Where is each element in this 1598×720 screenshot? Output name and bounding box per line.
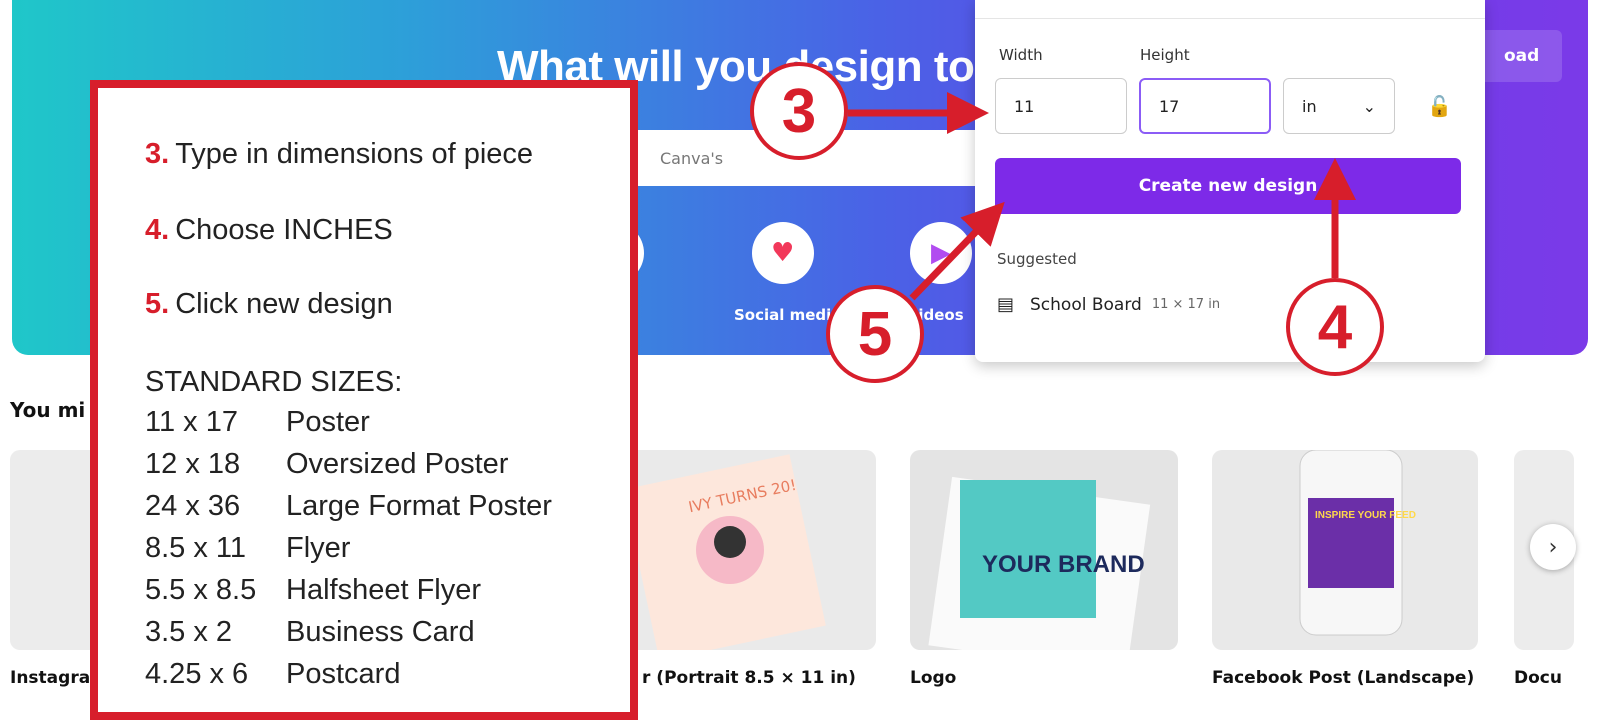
step-badge-5: 5 bbox=[826, 285, 924, 383]
step-badge-4: 4 bbox=[1286, 278, 1384, 376]
arrow-to-create bbox=[909, 201, 1005, 301]
step-badge-3: 3 bbox=[750, 62, 848, 160]
